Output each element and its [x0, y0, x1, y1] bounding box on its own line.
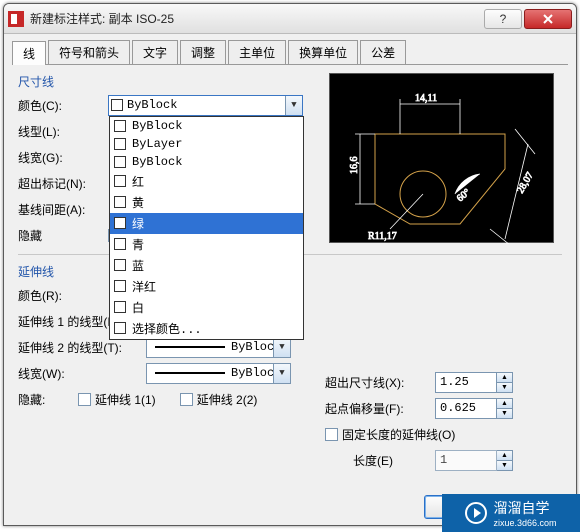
color-dropdown: ByBlock ByLayer ByBlock 红 黄 绿 青 蓝 洋红 白 选…	[109, 116, 304, 340]
color-combo[interactable]: ByBlock ▼ ByBlock ByLayer ByBlock 红 黄 绿 …	[108, 95, 303, 116]
tab-primary-units[interactable]: 主单位	[228, 40, 286, 64]
tab-alt-units[interactable]: 换算单位	[288, 40, 358, 64]
color-option-cyan[interactable]: 青	[110, 234, 303, 255]
color-value: ByBlock	[127, 98, 177, 112]
dialog-window: 新建标注样式: 副本 ISO-25 ? 线 符号和箭头 文字 调整 主单位 换算…	[3, 3, 577, 526]
dim-top: 14,11	[415, 93, 437, 104]
color-option-white[interactable]: 白	[110, 297, 303, 318]
beyond-label: 超出尺寸线(X):	[325, 374, 435, 391]
dimension-preview: 14,11 16,6 R11,17 28,07 60°	[329, 73, 554, 243]
chevron-down-icon: ▼	[273, 338, 290, 357]
tab-fit[interactable]: 调整	[180, 40, 226, 64]
chevron-down-icon: ▼	[273, 364, 290, 383]
length-spinner[interactable]: ▲▼	[497, 450, 513, 471]
color-option-blue[interactable]: 蓝	[110, 255, 303, 276]
play-icon	[465, 502, 487, 524]
window-title: 新建标注样式: 副本 ISO-25	[30, 10, 482, 27]
dim-left: 16,6	[349, 157, 360, 175]
hide-ext1-checkbox[interactable]: 延伸线 1(1)	[78, 391, 156, 408]
help-button[interactable]: ?	[484, 9, 522, 29]
color-label: 颜色(C):	[18, 97, 108, 114]
color-option-byblock2[interactable]: ByBlock	[110, 153, 303, 171]
line-sample-icon	[155, 346, 225, 348]
chevron-down-icon: ▼	[285, 96, 302, 115]
tab-symbols[interactable]: 符号和箭头	[48, 40, 130, 64]
ext-lw-combo[interactable]: ByBlock ▼	[146, 363, 291, 384]
color-swatch-icon	[111, 99, 123, 111]
ext-lt2-label: 延伸线 2 的线型(T):	[18, 339, 146, 356]
color-option-yellow[interactable]: 黄	[110, 192, 303, 213]
offset-spinner[interactable]: ▲▼	[497, 398, 513, 419]
color-option-red[interactable]: 红	[110, 171, 303, 192]
color-option-green[interactable]: 绿	[110, 213, 303, 234]
lineweight-label: 线宽(G):	[18, 149, 108, 166]
hide-label: 隐藏	[18, 227, 108, 244]
dialog-body: 14,11 16,6 R11,17 28,07 60° 尺寸线	[4, 65, 576, 422]
color-option-select[interactable]: 选择颜色...	[110, 318, 303, 339]
tab-text[interactable]: 文字	[132, 40, 178, 64]
offset-label: 起点偏移量(F):	[325, 400, 435, 417]
color-option-byblock[interactable]: ByBlock	[110, 117, 303, 135]
dim-diag: 28,07	[515, 171, 536, 196]
length-label: 长度(E)	[325, 452, 435, 469]
color-option-bylayer[interactable]: ByLayer	[110, 135, 303, 153]
titlebar: 新建标注样式: 副本 ISO-25 ?	[4, 4, 576, 34]
hide-ext2-checkbox[interactable]: 延伸线 2(2)	[180, 391, 258, 408]
tab-tolerance[interactable]: 公差	[360, 40, 406, 64]
line-sample-icon	[155, 372, 225, 374]
tab-bar: 线 符号和箭头 文字 调整 主单位 换算单位 公差	[12, 40, 568, 65]
ext-lt2-combo[interactable]: ByBlock ▼	[146, 337, 291, 358]
dim-radius: R11,17	[368, 231, 397, 242]
ext-mark-label: 超出标记(N):	[18, 175, 108, 192]
beyond-spinner[interactable]: ▲▼	[497, 372, 513, 393]
fixed-length-checkbox[interactable]: 固定长度的延伸线(O)	[325, 426, 455, 443]
ext-hide-label: 隐藏:	[18, 391, 78, 408]
length-input[interactable]: 1	[435, 450, 497, 471]
app-icon	[8, 11, 24, 27]
baseline-label: 基线间距(A):	[18, 201, 108, 218]
offset-input[interactable]: 0.625	[435, 398, 497, 419]
close-button[interactable]	[524, 9, 572, 29]
linetype-label: 线型(L):	[18, 123, 108, 140]
color-option-magenta[interactable]: 洋红	[110, 276, 303, 297]
tab-line[interactable]: 线	[12, 41, 46, 65]
watermark: 溜溜自学 zixue.3d66.com	[442, 494, 580, 532]
ext-lw-label: 线宽(W):	[18, 365, 146, 382]
beyond-input[interactable]: 1.25	[435, 372, 497, 393]
